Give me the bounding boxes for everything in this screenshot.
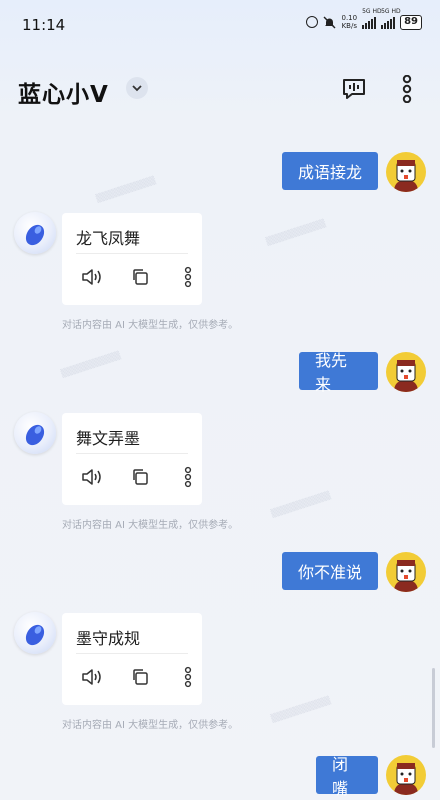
user-message[interactable]: 闭嘴 xyxy=(316,755,378,798)
bot-avatar[interactable] xyxy=(14,612,56,654)
speaker-icon xyxy=(82,669,101,685)
divider xyxy=(76,253,188,254)
bot-message-card: 舞文弄墨 xyxy=(62,413,202,505)
title-dropdown-button[interactable] xyxy=(126,77,148,99)
watermark: ▒▒▒▒▒▒▒▒▒▒ xyxy=(265,218,327,247)
watermark: ▒▒▒▒▒▒▒▒▒▒ xyxy=(270,490,332,519)
read-aloud-button[interactable] xyxy=(80,265,104,289)
watermark: ▒▒▒▒▒▒▒▒▒▒ xyxy=(270,695,332,724)
user-message[interactable]: 你不准说 xyxy=(282,552,378,590)
bot-logo-icon xyxy=(25,424,45,446)
user-avatar[interactable] xyxy=(386,352,426,392)
message-actions xyxy=(80,465,200,489)
ai-disclaimer: 对话内容由 AI 大模型生成，仅供参考。 xyxy=(62,720,239,731)
user-avatar-image xyxy=(394,560,418,592)
ai-disclaimer: 对话内容由 AI 大模型生成，仅供参考。 xyxy=(62,320,239,331)
read-aloud-button[interactable] xyxy=(80,465,104,489)
user-avatar[interactable] xyxy=(386,552,426,592)
message-more-button[interactable] xyxy=(176,465,200,489)
mute-bell-icon xyxy=(323,16,336,28)
user-avatar[interactable] xyxy=(386,755,426,795)
message-more-button[interactable] xyxy=(176,265,200,289)
message-more-button[interactable] xyxy=(176,665,200,689)
bot-message-card: 墨守成规 xyxy=(62,613,202,705)
chevron-down-icon xyxy=(132,85,142,92)
bot-message-text: 墨守成规 xyxy=(76,629,141,648)
divider xyxy=(76,653,188,654)
network-speed: 0.10 KB/s xyxy=(341,14,358,30)
voice-chat-button[interactable] xyxy=(338,73,370,105)
watermark: ▒▒▒▒▒▒▒▒▒▒ xyxy=(60,350,122,379)
copy-button[interactable] xyxy=(128,265,152,289)
message-actions xyxy=(80,665,200,689)
status-time: 11:14 xyxy=(22,16,66,34)
copy-icon xyxy=(133,469,148,485)
bot-logo-icon xyxy=(25,624,45,646)
divider xyxy=(76,453,188,454)
copy-icon xyxy=(133,269,148,285)
user-avatar[interactable] xyxy=(386,152,426,192)
read-aloud-button[interactable] xyxy=(80,665,104,689)
watermark: ▒▒▒▒▒▒▒▒▒▒ xyxy=(95,175,157,204)
more-menu-button[interactable] xyxy=(391,73,423,105)
message-actions xyxy=(80,265,200,289)
more-vertical-icon xyxy=(184,666,192,688)
more-vertical-icon xyxy=(184,266,192,288)
battery-indicator: 89 xyxy=(400,14,422,30)
speaker-icon xyxy=(82,269,101,285)
bot-message-card: 龙飞凤舞 xyxy=(62,213,202,305)
copy-button[interactable] xyxy=(128,665,152,689)
copy-button[interactable] xyxy=(128,465,152,489)
bot-message-text: 龙飞凤舞 xyxy=(76,229,141,248)
speaker-icon xyxy=(82,469,101,485)
bot-logo-icon xyxy=(25,224,45,246)
more-vertical-icon xyxy=(402,75,412,103)
status-bar: 11:14 0.10 KB/s 5G HD 5G HD 89 xyxy=(0,0,440,50)
signal-sim1-icon: 5G HD xyxy=(362,8,382,29)
bot-avatar[interactable] xyxy=(14,212,56,254)
scrollbar[interactable] xyxy=(432,668,435,748)
more-vertical-icon xyxy=(184,466,192,488)
voice-chat-icon xyxy=(343,79,365,99)
bot-avatar[interactable] xyxy=(14,412,56,454)
user-message[interactable]: 我先来 xyxy=(299,351,378,394)
alarm-icon xyxy=(306,16,319,28)
ai-disclaimer: 对话内容由 AI 大模型生成，仅供参考。 xyxy=(62,520,239,531)
user-avatar-image xyxy=(394,763,418,795)
status-icons: 0.10 KB/s 5G HD 5G HD 89 xyxy=(306,8,422,30)
bot-message-text: 舞文弄墨 xyxy=(76,429,141,448)
user-avatar-image xyxy=(394,360,418,392)
copy-icon xyxy=(133,669,148,685)
user-message[interactable]: 成语接龙 xyxy=(282,152,378,190)
signal-sim2-icon: 5G HD xyxy=(381,8,401,29)
chat-header: 蓝心小V xyxy=(0,60,440,120)
user-avatar-image xyxy=(394,160,418,192)
page-title: 蓝心小V xyxy=(18,82,109,108)
